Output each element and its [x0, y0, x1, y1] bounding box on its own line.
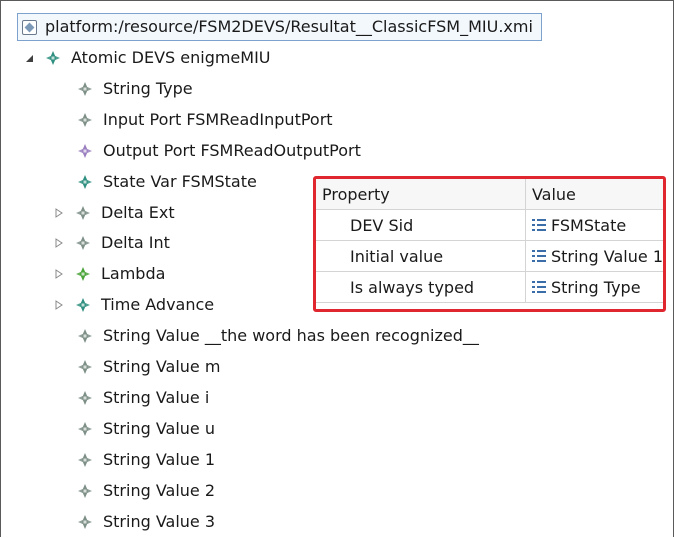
tree-node[interactable]: Delta Ext — [53, 200, 175, 226]
properties-table: Property Value DEV Sid FSMState Initial … — [313, 176, 666, 312]
collapse-toggle-icon[interactable] — [53, 299, 65, 311]
resource-row[interactable]: platform:/resource/FSM2DEVS/Resultat__Cl… — [17, 13, 542, 41]
property-key: Is always typed — [316, 271, 526, 303]
tree-node-label: String Value 2 — [103, 480, 216, 500]
collapse-toggle-icon[interactable] — [53, 268, 65, 280]
tree-node[interactable]: Lambda — [53, 261, 165, 287]
diamond-node-icon — [77, 81, 93, 97]
tree-node-label: String Value u — [103, 418, 215, 438]
tree-node[interactable]: Input Port FSMReadInputPort — [55, 107, 333, 133]
diamond-node-icon — [77, 328, 93, 344]
tree-node[interactable]: String Value 3 — [55, 509, 215, 535]
diamond-node-icon — [77, 143, 93, 159]
diamond-node-icon — [77, 514, 93, 530]
tree-node[interactable]: String Value i — [55, 385, 209, 411]
tree-node[interactable]: String Value m — [55, 354, 220, 380]
tree-node-label: Delta Int — [101, 233, 170, 253]
property-value-cell[interactable]: FSMState — [524, 209, 663, 241]
diamond-node-icon — [77, 421, 93, 437]
collapse-toggle-icon[interactable] — [53, 207, 65, 219]
tree-node-label: Lambda — [101, 264, 166, 284]
resource-file-icon — [22, 19, 37, 35]
expand-toggle-icon[interactable] — [23, 52, 35, 64]
value-column-header[interactable]: Value — [524, 179, 663, 210]
tree-node[interactable]: String Value 2 — [55, 478, 215, 504]
property-value: FSMState — [550, 215, 627, 235]
diamond-node-icon — [77, 390, 93, 406]
tree-node-label: Input Port FSMReadInputPort — [103, 109, 333, 129]
tree-node-label: State Var FSMState — [103, 171, 257, 191]
tree-node[interactable]: Delta Int — [53, 230, 170, 256]
property-row-is-always-typed[interactable]: Is always typed String Type — [316, 271, 663, 303]
tree-node-label: Delta Ext — [101, 202, 175, 222]
list-item-icon — [531, 250, 546, 262]
tree-node-label: String Value __the word has been recogni… — [103, 326, 479, 346]
tree-node[interactable]: String Value 1 — [55, 447, 215, 473]
collapse-toggle-icon[interactable] — [53, 237, 65, 249]
diamond-node-icon — [75, 205, 91, 221]
tree-node[interactable]: String Value u — [55, 416, 215, 442]
list-item-icon — [531, 219, 546, 231]
tree-node-label: String Value m — [103, 357, 221, 376]
tree-node-label: Atomic DEVS enigmeMIU — [71, 48, 271, 67]
diamond-node-icon — [77, 112, 93, 128]
diamond-node-icon — [77, 483, 93, 499]
resource-label: platform:/resource/FSM2DEVS/Resultat__Cl… — [45, 17, 533, 36]
property-column-header[interactable]: Property — [316, 179, 526, 210]
property-row-initial-value[interactable]: Initial value String Value 1 — [316, 240, 663, 272]
tree-node[interactable]: Time Advance — [53, 292, 214, 318]
diamond-node-icon — [77, 359, 93, 375]
property-row-dev-sid[interactable]: DEV Sid FSMState — [316, 209, 663, 241]
tree-node[interactable]: State Var FSMState — [55, 169, 257, 195]
tree-node-label: String Value 1 — [103, 449, 216, 469]
tree-node-label: Output Port FSMReadOutputPort — [103, 140, 361, 160]
diamond-node-icon — [75, 297, 91, 313]
tree-node[interactable]: String Type — [55, 76, 193, 102]
property-value-cell[interactable]: String Type — [524, 271, 663, 303]
diamond-node-icon — [77, 174, 93, 190]
property-value: String Type — [550, 277, 641, 297]
tree-node-label: String Value 3 — [103, 511, 216, 531]
tree-node-label: Time Advance — [101, 295, 215, 315]
property-value-cell[interactable]: String Value 1 — [524, 240, 663, 272]
tree-node-root[interactable]: Atomic DEVS enigmeMIU — [23, 45, 271, 71]
diamond-node-icon — [75, 266, 91, 282]
property-key: DEV Sid — [316, 209, 526, 241]
property-key: Initial value — [316, 240, 526, 272]
property-value: String Value 1 — [550, 246, 663, 266]
tree-node-label: String Value i — [103, 387, 210, 407]
model-editor-panel: platform:/resource/FSM2DEVS/Resultat__Cl… — [0, 0, 674, 537]
tree-node[interactable]: Output Port FSMReadOutputPort — [55, 138, 361, 164]
diamond-node-icon — [45, 50, 61, 66]
diamond-node-icon — [77, 452, 93, 468]
tree-node[interactable]: String Value __the word has been recogni… — [55, 323, 479, 349]
list-item-icon — [531, 281, 546, 293]
diamond-node-icon — [75, 235, 91, 251]
tree-node-label: String Type — [103, 78, 193, 98]
